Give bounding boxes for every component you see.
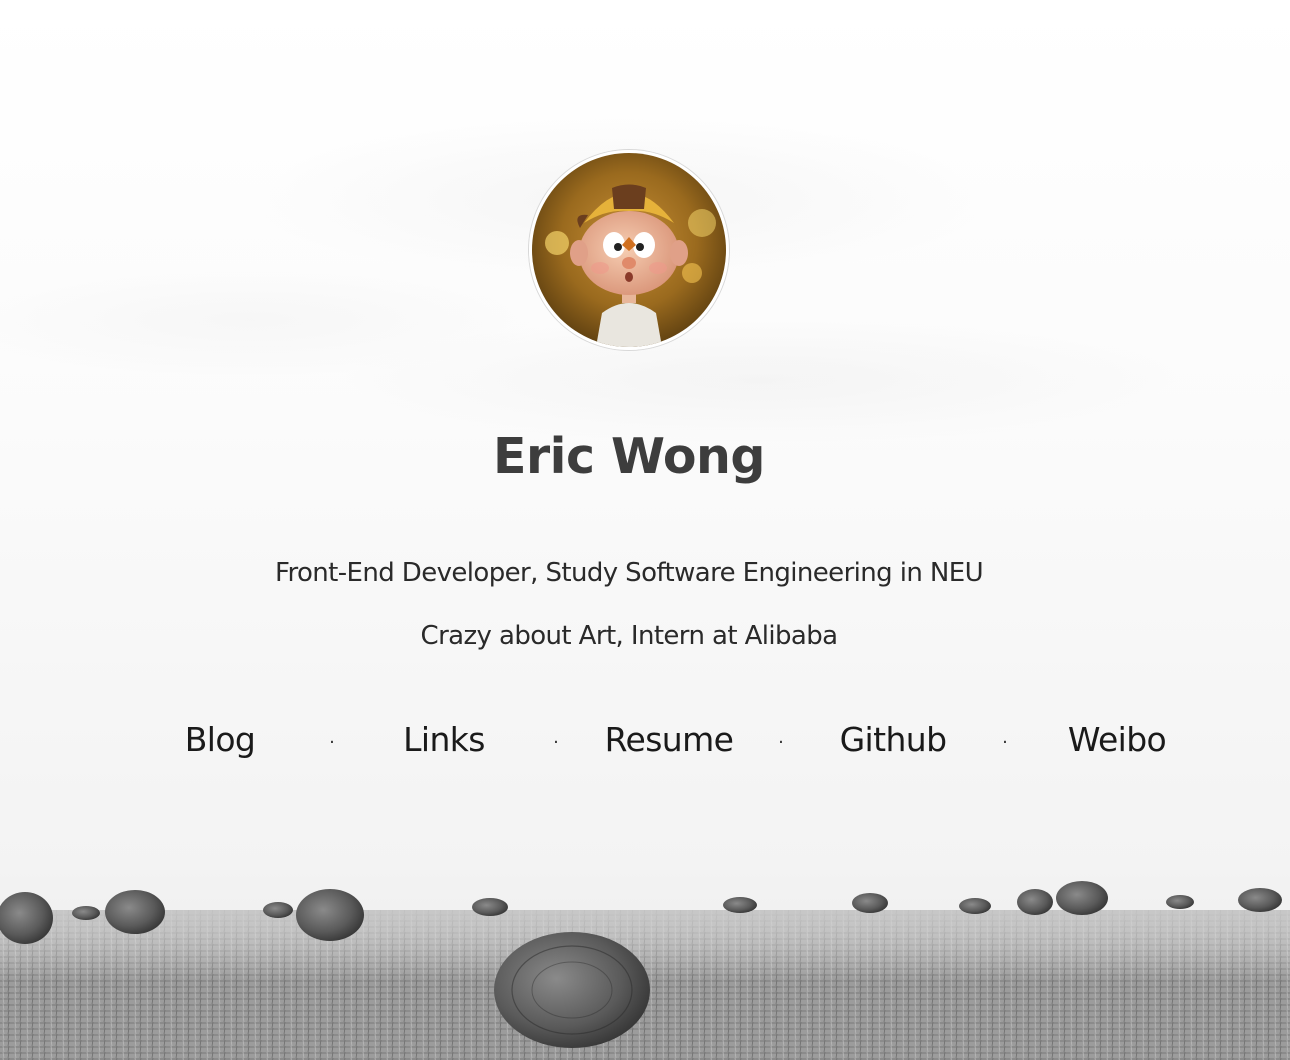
nav-link-blog[interactable]: Blog bbox=[120, 720, 320, 759]
nav-separator: · bbox=[329, 732, 335, 753]
nav-link-resume[interactable]: Resume bbox=[569, 720, 769, 759]
hay-field-background bbox=[0, 881, 1290, 1060]
avatar bbox=[529, 150, 729, 350]
nav-separator: · bbox=[1002, 732, 1008, 753]
nav-link-links[interactable]: Links bbox=[344, 720, 544, 759]
tagline-line-1: Front-End Developer, Study Software Engi… bbox=[274, 558, 984, 588]
tagline-line-2: Crazy about Art, Intern at Alibaba bbox=[420, 621, 839, 651]
hero-section: Eric Wong Front-End Developer, Study Sof… bbox=[0, 0, 1290, 1060]
social-nav: Blog · Links · Resume · Github · Weibo bbox=[0, 720, 1290, 768]
profile-name: Eric Wong bbox=[493, 428, 765, 485]
nav-link-weibo[interactable]: Weibo bbox=[1017, 720, 1217, 759]
nav-separator: · bbox=[778, 732, 784, 753]
cartoon-boy-avatar bbox=[532, 153, 726, 347]
nav-separator: · bbox=[553, 732, 559, 753]
nav-link-github[interactable]: Github bbox=[793, 720, 993, 759]
